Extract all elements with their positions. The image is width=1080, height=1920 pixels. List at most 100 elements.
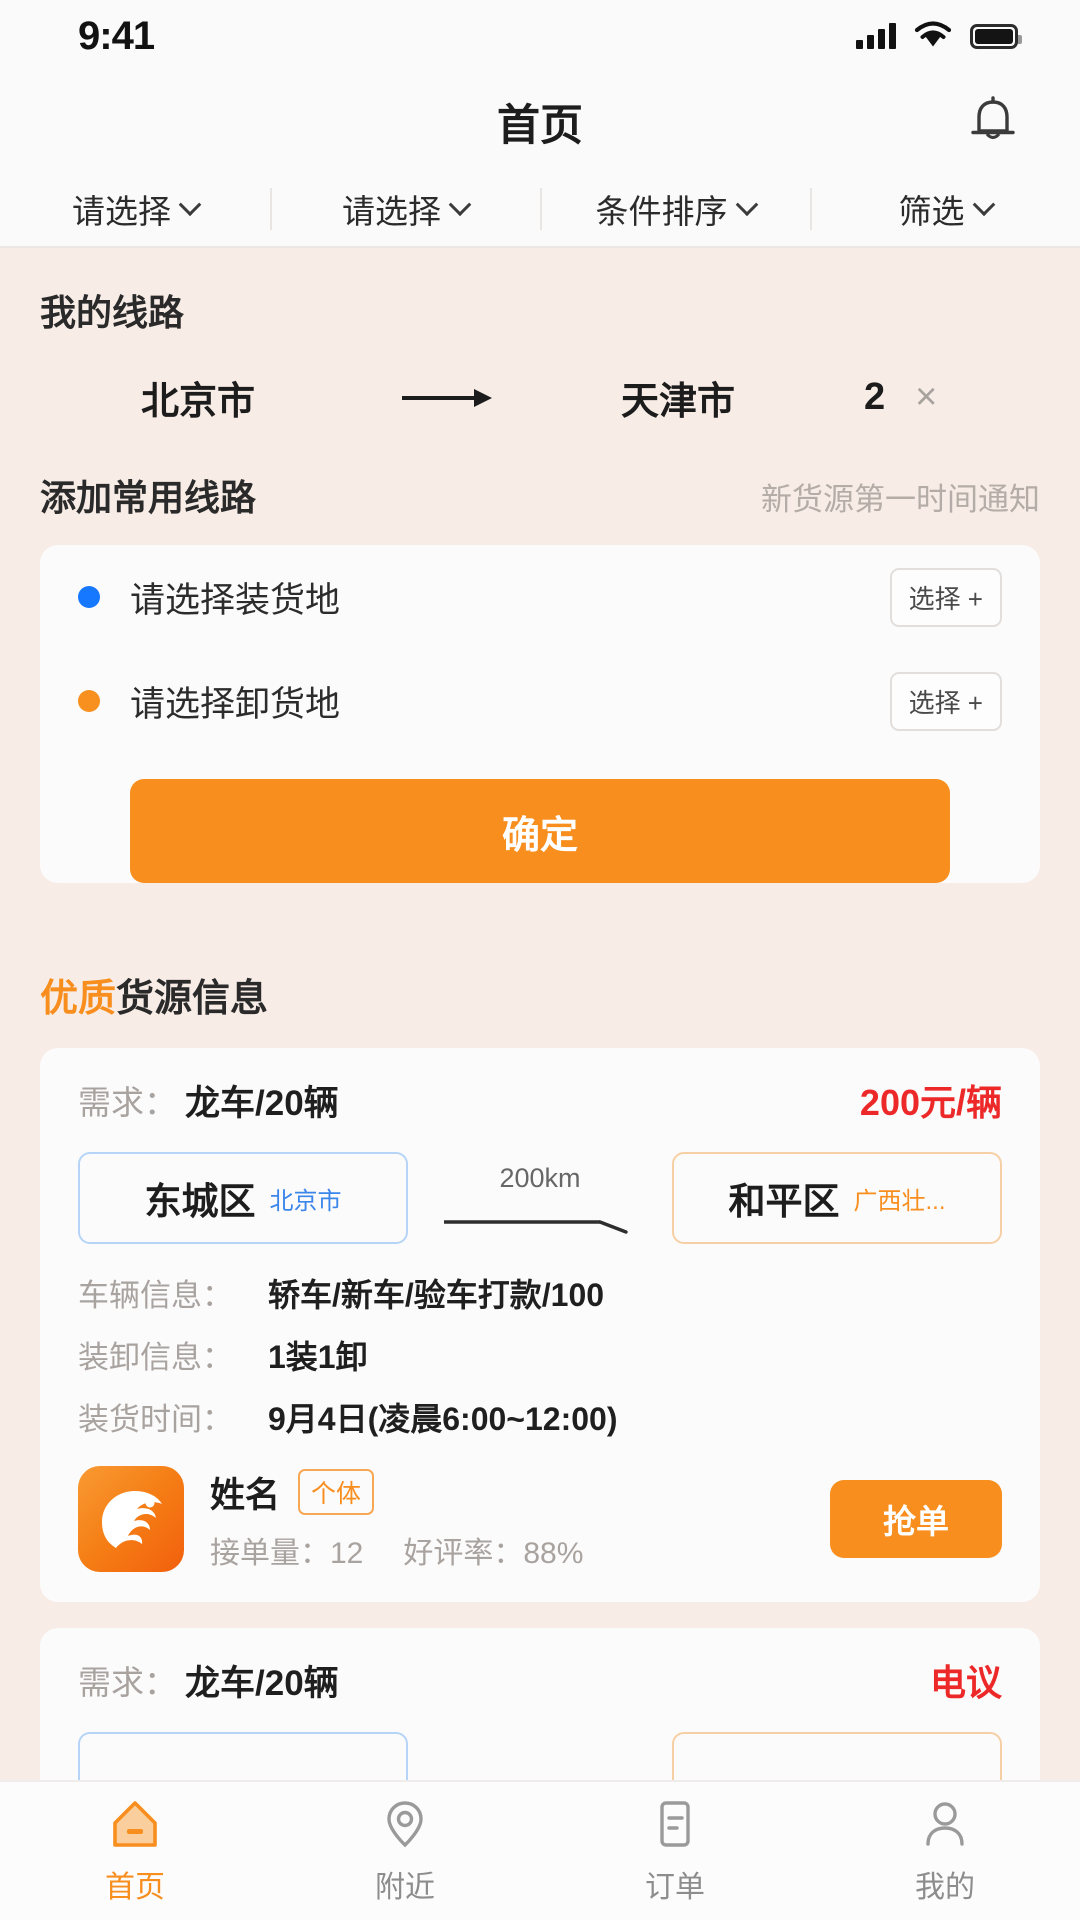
location-pin-icon bbox=[377, 1796, 433, 1852]
add-route-hint: 新货源第一时间通知 bbox=[761, 482, 1040, 517]
filter-item-screen[interactable]: 筛选 bbox=[810, 172, 1080, 246]
route-to-city: 天津市 bbox=[620, 381, 735, 423]
goods-card[interactable]: 需求： 龙车/20辆 200元/辆 东城区 北京市 200km 和平区 广西壮.… bbox=[40, 1048, 1040, 1602]
goods-details: 车辆信息： 轿车/新车/验车打款/100 装卸信息： 1装1卸 装货时间： 9月… bbox=[78, 1270, 1002, 1440]
shipper-name: 姓名 bbox=[210, 1475, 281, 1515]
distance-indicator: 200km bbox=[408, 1163, 672, 1234]
origin-district: 东城区 bbox=[144, 1181, 256, 1222]
chevron-down-icon bbox=[448, 193, 472, 217]
add-route-title: 添加常用线路 bbox=[40, 477, 257, 518]
shipper-row: 姓名 个体 接单量：12 好评率：88% 抢单 bbox=[78, 1466, 1002, 1572]
price-value: 电议 bbox=[929, 1662, 1002, 1703]
my-route-row[interactable]: 北京市 天津市 2 × bbox=[48, 370, 1032, 425]
grab-order-button[interactable]: 抢单 bbox=[830, 1480, 1002, 1558]
notification-bell-icon[interactable] bbox=[964, 93, 1022, 151]
my-route-title: 我的线路 bbox=[40, 292, 185, 333]
shipper-info: 姓名 个体 接单量：12 好评率：88% bbox=[210, 1467, 583, 1572]
filter-label: 条件排序 bbox=[595, 193, 728, 230]
orders-label: 接单量： bbox=[210, 1536, 330, 1570]
price-value: 200元/辆 bbox=[859, 1082, 1002, 1123]
goods-title-highlight: 优质 bbox=[40, 978, 117, 1020]
person-icon bbox=[917, 1796, 973, 1852]
add-route-header: 添加常用线路 新货源第一时间通知 bbox=[40, 469, 1040, 521]
demand-value: 龙车/20辆 bbox=[185, 1663, 339, 1703]
detail-label: 装货时间： bbox=[78, 1402, 233, 1437]
goods-demand-row: 需求： 龙车/20辆 电议 bbox=[78, 1628, 1002, 1732]
pick-unloading-row[interactable]: 请选择卸货地 选择 + bbox=[40, 649, 1040, 753]
status-bar-indicators bbox=[856, 19, 1022, 53]
goods-route-row: 东城区 北京市 200km 和平区 广西壮... bbox=[78, 1152, 1002, 1244]
shipper-name-row: 姓名 个体 bbox=[210, 1467, 583, 1518]
origin-location-box[interactable]: 东城区 北京市 bbox=[78, 1152, 408, 1244]
filter-label: 筛选 bbox=[898, 193, 965, 230]
detail-loading-time: 装货时间： 9月4日(凌晨6:00~12:00) bbox=[78, 1394, 1002, 1440]
filter-label: 请选择 bbox=[72, 193, 171, 230]
tab-label: 附近 bbox=[375, 1871, 435, 1904]
add-route-card: 请选择装货地 选择 + 请选择卸货地 选择 + 确定 bbox=[40, 545, 1040, 883]
tab-label: 我的 bbox=[915, 1871, 975, 1904]
origin-province: 北京市 bbox=[269, 1187, 342, 1215]
filter-item-1[interactable]: 请选择 bbox=[270, 172, 540, 246]
goods-demand-row: 需求： 龙车/20辆 200元/辆 bbox=[78, 1048, 1002, 1152]
cellular-signal-icon bbox=[856, 23, 896, 49]
page-title: 首页 bbox=[497, 102, 583, 150]
demand-label: 需求： bbox=[78, 1084, 177, 1121]
detail-vehicle-info: 车辆信息： 轿车/新车/验车打款/100 bbox=[78, 1270, 1002, 1316]
demand-label: 需求： bbox=[78, 1664, 177, 1701]
chevron-down-icon bbox=[972, 193, 995, 217]
pick-loading-button[interactable]: 选择 + bbox=[889, 567, 1002, 627]
status-bar: 9:41 bbox=[0, 0, 1080, 72]
demand-value: 龙车/20辆 bbox=[185, 1083, 339, 1123]
wifi-icon bbox=[913, 19, 953, 53]
detail-loading-info: 装卸信息： 1装1卸 bbox=[78, 1332, 1002, 1378]
pick-loading-label: 请选择装货地 bbox=[130, 580, 341, 620]
filter-label: 请选择 bbox=[342, 193, 441, 230]
shipper-stats: 接单量：12 好评率：88% bbox=[210, 1528, 583, 1572]
distance-arrow-icon bbox=[444, 1219, 628, 1234]
detail-label: 装卸信息： bbox=[78, 1340, 233, 1375]
pick-loading-row[interactable]: 请选择装货地 选择 + bbox=[40, 545, 1040, 649]
shipper-type-badge: 个体 bbox=[298, 1469, 375, 1515]
shipper-orders: 接单量：12 bbox=[210, 1528, 363, 1572]
pick-unloading-button[interactable]: 选择 + bbox=[889, 671, 1002, 731]
route-remove-icon[interactable]: × bbox=[915, 376, 937, 419]
filter-item-sort[interactable]: 条件排序 bbox=[540, 172, 810, 246]
shipper-rating: 好评率：88% bbox=[403, 1528, 583, 1572]
order-document-icon bbox=[647, 1796, 703, 1852]
detail-value: 轿车/新车/验车打款/100 bbox=[268, 1277, 605, 1313]
route-arrow-icon bbox=[348, 385, 548, 411]
status-bar-time: 9:41 bbox=[78, 13, 155, 58]
filter-item-0[interactable]: 请选择 bbox=[0, 172, 270, 246]
home-icon bbox=[107, 1796, 163, 1852]
page-content: 我的线路 北京市 天津市 2 × 添加常用线路 新货源第一时间通知 请选择装货地… bbox=[0, 248, 1080, 1854]
detail-label: 车辆信息： bbox=[78, 1278, 233, 1313]
tab-home[interactable]: 首页 bbox=[0, 1796, 270, 1906]
detail-value: 1装1卸 bbox=[268, 1339, 368, 1375]
tab-profile[interactable]: 我的 bbox=[810, 1796, 1080, 1906]
loading-dot-icon bbox=[78, 586, 100, 608]
chevron-down-icon bbox=[178, 193, 202, 217]
confirm-button[interactable]: 确定 bbox=[130, 779, 950, 883]
orders-value: 12 bbox=[330, 1536, 364, 1570]
goods-title-rest: 货源信息 bbox=[116, 978, 269, 1020]
company-logo-icon bbox=[78, 1466, 184, 1572]
rating-label: 好评率： bbox=[403, 1536, 524, 1570]
unloading-dot-icon bbox=[78, 690, 100, 712]
destination-district: 和平区 bbox=[728, 1181, 840, 1222]
distance-value: 200km bbox=[499, 1162, 581, 1193]
detail-value: 9月4日(凌晨6:00~12:00) bbox=[268, 1401, 618, 1437]
goods-section-title: 优质货源信息 bbox=[0, 923, 1080, 1022]
chevron-down-icon bbox=[735, 193, 758, 217]
app-header: 首页 bbox=[0, 72, 1080, 172]
tab-orders[interactable]: 订单 bbox=[540, 1796, 810, 1906]
tab-nearby[interactable]: 附近 bbox=[270, 1796, 540, 1906]
pick-unloading-label: 请选择卸货地 bbox=[130, 684, 341, 724]
route-count-badge: 2 bbox=[864, 376, 886, 418]
destination-province: 广西壮... bbox=[853, 1187, 946, 1215]
filter-bar: 请选择 请选择 条件排序 筛选 bbox=[0, 172, 1080, 248]
rating-value: 88% bbox=[523, 1536, 584, 1570]
destination-location-box[interactable]: 和平区 广西壮... bbox=[672, 1152, 1002, 1244]
route-from-city: 北京市 bbox=[140, 381, 255, 423]
tab-label: 订单 bbox=[645, 1871, 705, 1904]
bottom-navigation: 首页 附近 订单 我的 bbox=[0, 1780, 1080, 1920]
